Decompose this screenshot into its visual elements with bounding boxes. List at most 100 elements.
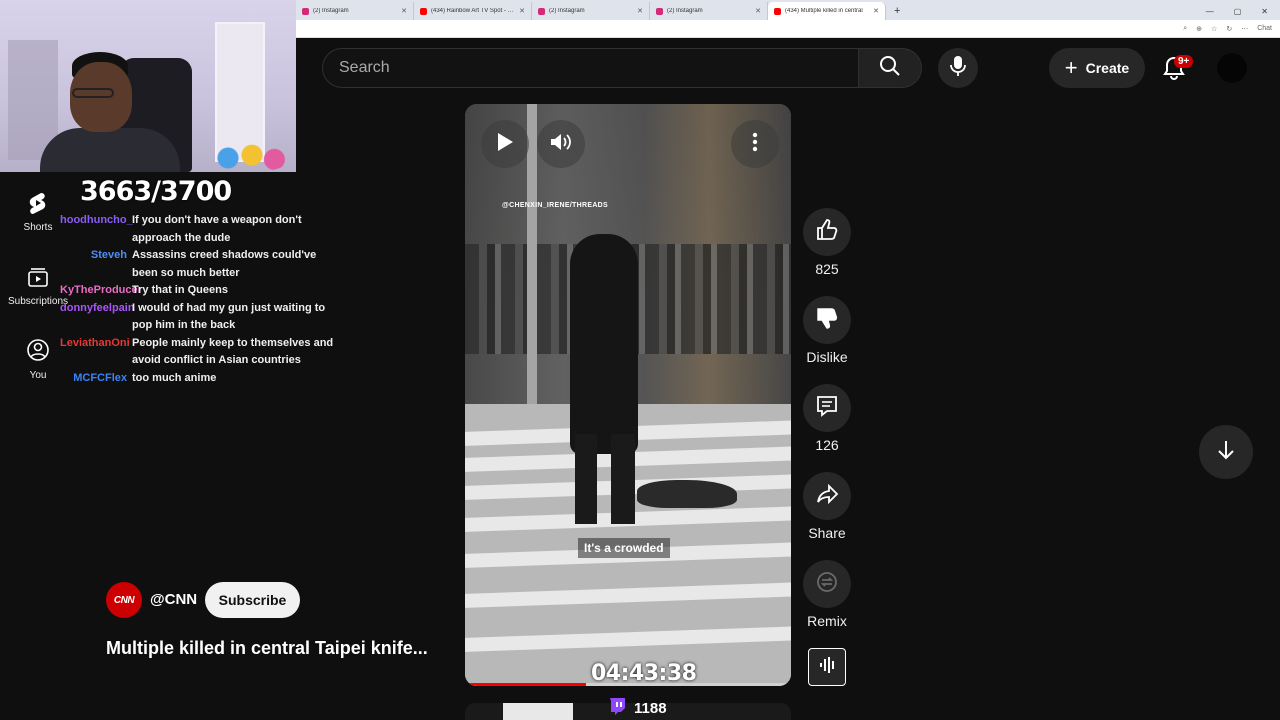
tab-favicon-icon [656,7,663,15]
tab-favicon-icon [774,7,781,15]
chat-message: LeviathanOni People mainly keep to themse… [0,335,346,370]
more-vertical-icon [752,132,758,157]
thumbs-up-icon [815,218,839,247]
stream-counter: 3663/3700 [80,176,232,207]
volume-button[interactable] [537,120,585,168]
like-count: 825 [815,261,839,277]
tab-title: (434) Rainbow Art TV Spot - YouTube [431,8,515,14]
like-button[interactable] [803,208,851,256]
notification-count-badge: 9+ [1174,55,1194,68]
close-window-icon[interactable]: ✕ [1261,7,1268,16]
tab-close-icon[interactable]: ✕ [637,7,643,15]
browser-tab-bar: (2) Instagram ✕ (434) Rainbow Art TV Spot … [296,0,1280,20]
chat-username: MCFCFlex [73,371,127,384]
chat-text: If you don't have a weapon don't approac… [132,214,302,244]
create-button[interactable]: + Create [1049,48,1145,88]
create-label: Create [1085,60,1130,76]
tab-title: (2) Instagram [313,8,349,14]
twitch-icon [608,697,626,719]
account-avatar[interactable] [1217,53,1247,83]
maximize-icon[interactable]: ▢ [1234,7,1242,16]
share-button[interactable] [803,472,851,520]
toolbar-icon[interactable]: ⋯ [1241,25,1248,33]
tab-close-icon[interactable]: ✕ [755,7,761,15]
remix-action[interactable]: Remix [803,560,851,629]
browser-tab[interactable]: (2) Instagram ✕ [532,2,650,20]
play-button[interactable] [481,120,529,168]
chat-username: KyTheProducer [60,284,142,296]
video-caption: It's a crowded [578,538,670,558]
webcam-overlay [0,0,296,172]
arrow-down-icon [1215,439,1237,466]
next-video-button[interactable] [1199,425,1253,479]
search-input[interactable]: Search [322,48,859,88]
browser-tab[interactable]: (434) Multiple killed in central ✕ [768,2,886,20]
microphone-icon [948,55,968,82]
chat-username: LeviathanOni [60,336,130,349]
audio-waveform-icon [818,656,836,679]
chat-message: donnyfeelpain I would of had my gun just … [0,300,346,335]
dislike-action[interactable]: Dislike [803,296,851,365]
toolbar-icon[interactable]: ↻ [1226,25,1232,33]
toolbar-icon[interactable]: ⊕ [1196,25,1202,33]
more-options-button[interactable] [731,120,779,168]
toolbar-icon[interactable]: ☆ [1211,25,1217,33]
viewer-count-value: 1188 [634,699,667,717]
chat-username: hoodhuncho_ [60,214,133,226]
video-watermark: @CHENXIN_IRENE/THREADS [502,202,608,209]
video-progress-fill [465,683,586,686]
chat-username: donnyfeelpain [60,301,135,314]
voice-search-button[interactable] [938,48,978,88]
chat-overlay: hoodhuncho_ If you don't have a weapon do… [0,212,346,387]
search-icon [878,54,902,83]
tab-close-icon[interactable]: ✕ [873,7,879,15]
comments-action[interactable]: 126 [803,384,851,453]
minimize-icon[interactable]: — [1206,7,1214,16]
chat-text: Try that in Queens [132,284,228,296]
toolbar-icon[interactable]: ⌕ [1183,25,1187,33]
comments-button[interactable] [803,384,851,432]
chat-text: Assassins creed shadows could've been so… [132,249,317,279]
remix-icon [814,569,840,600]
tab-close-icon[interactable]: ✕ [401,7,407,15]
share-label: Share [808,525,846,541]
chat-message: MCFCFlex too much anime [0,370,346,388]
new-tab-button[interactable]: + [886,2,908,20]
remix-button[interactable] [803,560,851,608]
chat-message: KyTheProducer Try that in Queens [0,282,346,300]
share-icon [815,482,839,511]
plus-icon: + [1064,55,1078,80]
like-action[interactable]: 825 [803,208,851,277]
chat-text: I would of had my gun just waiting to po… [132,301,326,332]
channel-avatar[interactable]: CNN [106,582,142,618]
tab-favicon-icon [538,7,545,15]
tab-title: (434) Multiple killed in central [785,8,863,14]
chat-username: Steveh [90,249,127,261]
tab-title: (2) Instagram [667,8,703,14]
remix-label: Remix [807,613,847,629]
volume-icon [550,132,572,157]
channel-handle[interactable]: @CNN [150,591,197,608]
viewer-count: 1188 [608,697,667,719]
copilot-chat-button[interactable]: Chat [1257,25,1272,32]
comment-icon [815,394,839,423]
sound-button[interactable] [808,648,846,686]
tab-favicon-icon [302,7,309,15]
thumbs-down-icon [815,306,839,335]
browser-tab[interactable]: (2) Instagram ✕ [650,2,768,20]
subscribe-button[interactable]: Subscribe [205,582,300,618]
tab-close-icon[interactable]: ✕ [519,7,525,15]
search-button[interactable] [858,48,922,88]
window-controls: — ▢ ✕ [1206,2,1280,20]
tab-favicon-icon [420,7,427,15]
dislike-button[interactable] [803,296,851,344]
share-action[interactable]: Share [803,472,851,541]
browser-tab[interactable]: (2) Instagram ✕ [296,2,414,20]
chat-message: Steveh Assassins creed shadows could've b… [0,247,346,282]
chat-text: People mainly keep to themselves and avo… [132,336,334,367]
shorts-video-player[interactable]: @CHENXIN_IRENE/THREADS It's a crowded [465,104,791,686]
browser-tab[interactable]: (434) Rainbow Art TV Spot - YouTube ✕ [414,2,532,20]
chat-message: hoodhuncho_ If you don't have a weapon do… [0,212,346,247]
video-title[interactable]: Multiple killed in central Taipei knife.… [106,638,451,659]
dislike-label: Dislike [806,349,848,365]
